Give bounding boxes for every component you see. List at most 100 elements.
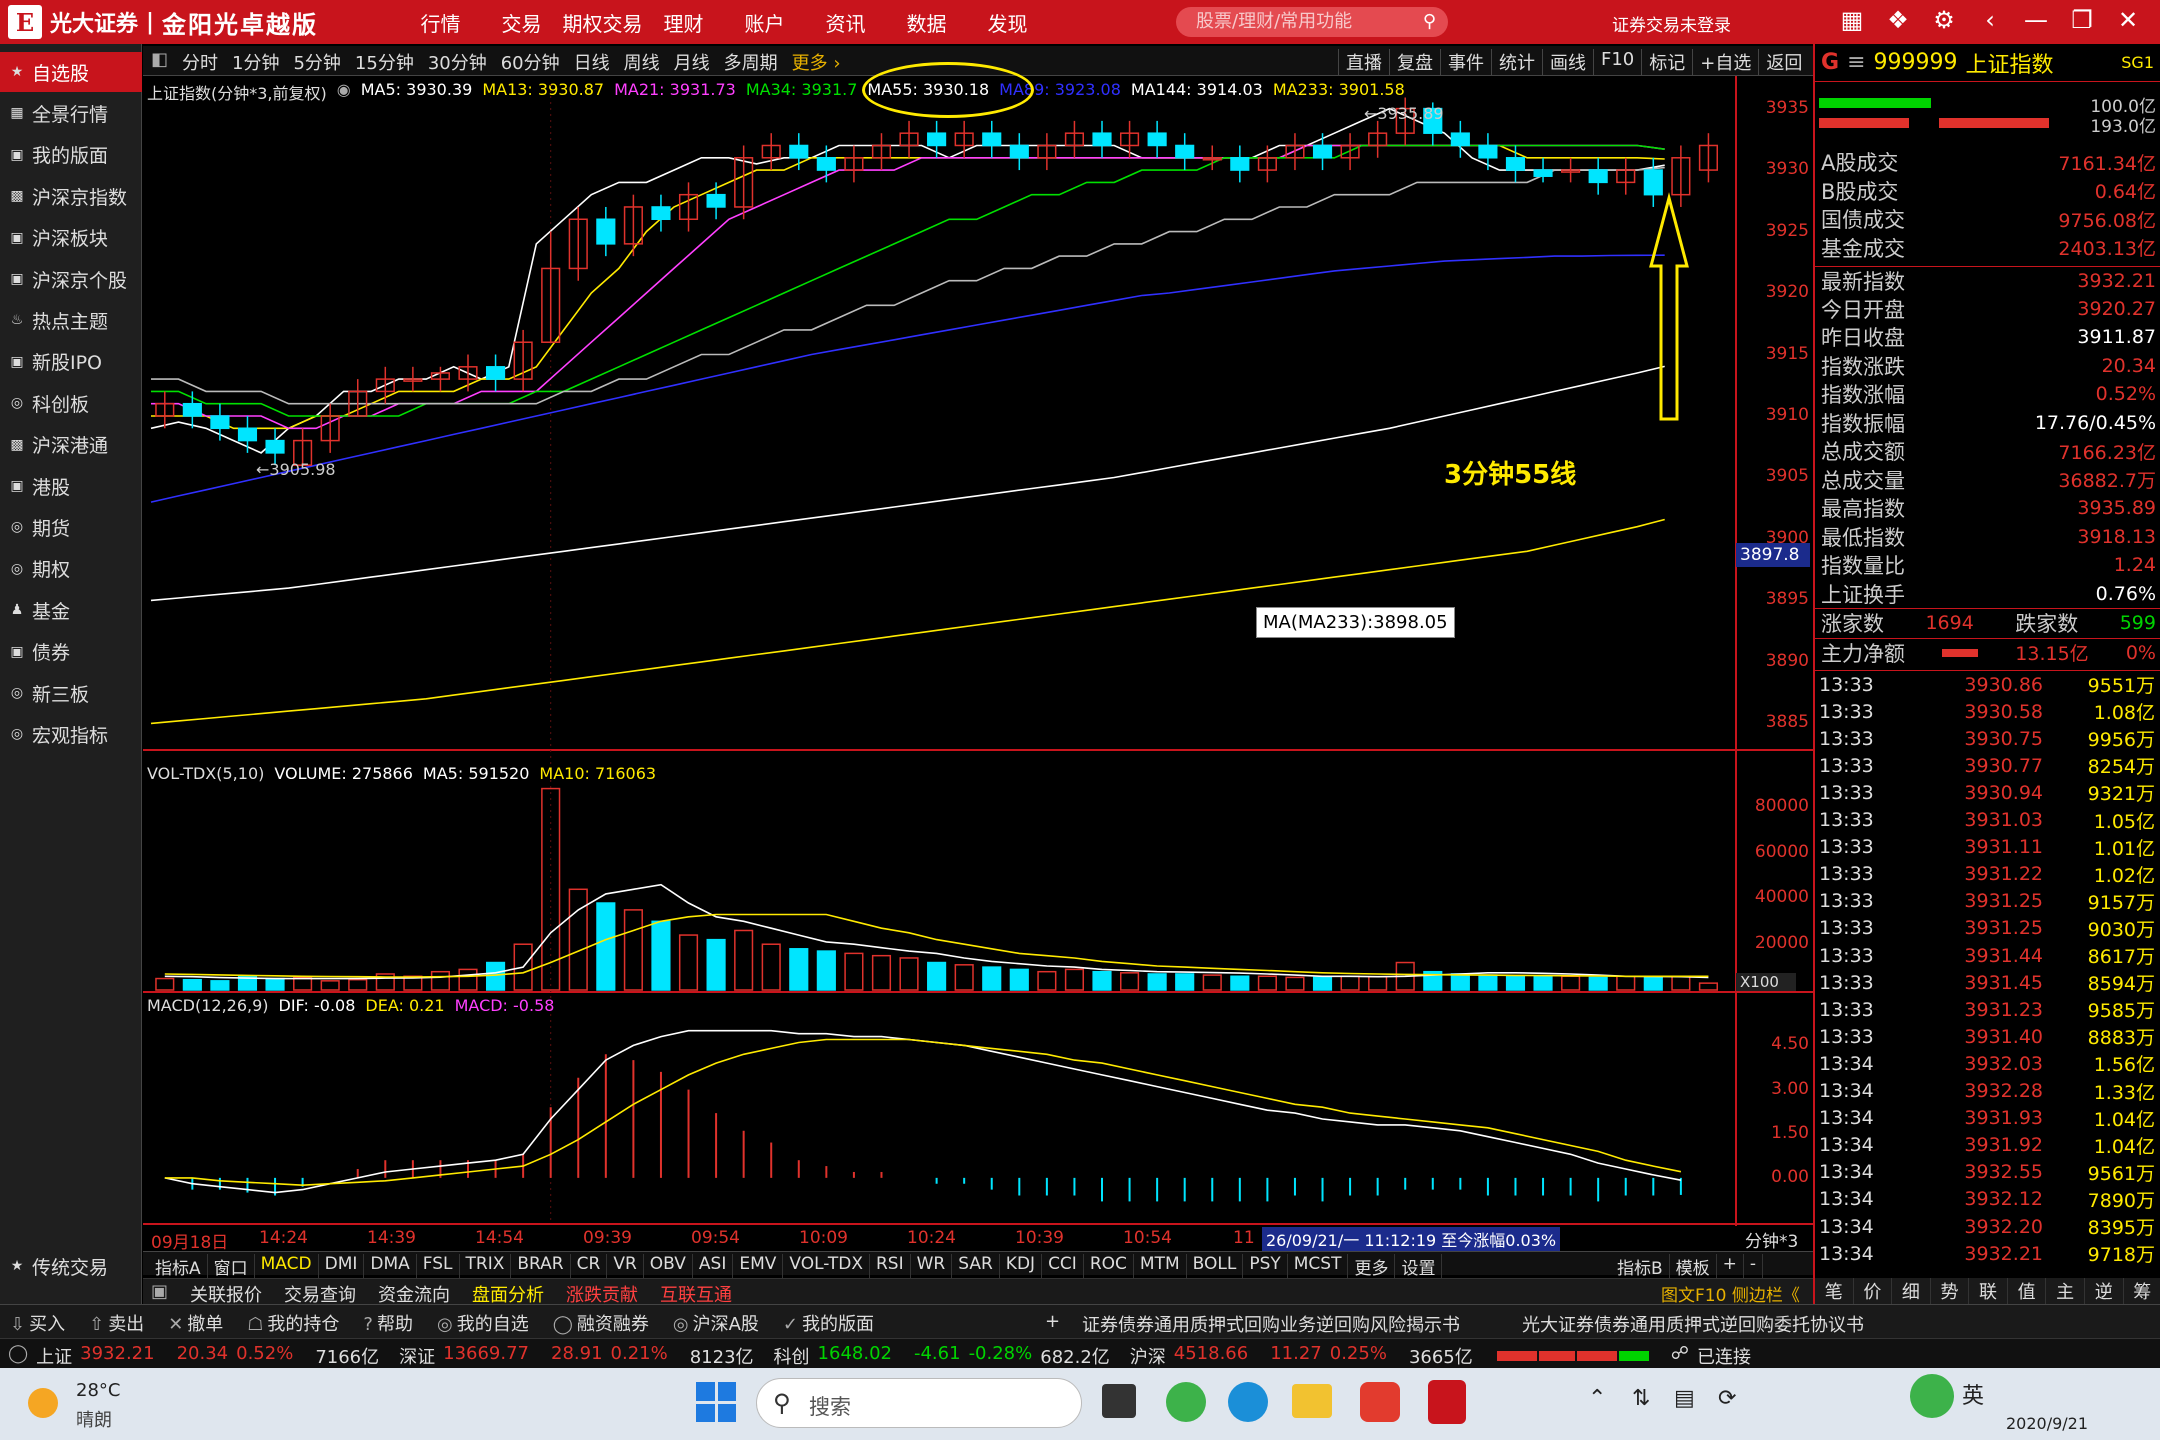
panel-toggle-icon[interactable]: ◧ xyxy=(151,49,168,75)
tool-6[interactable]: 标记 xyxy=(1641,49,1692,75)
indicator-right-tab-1[interactable]: 模板 xyxy=(1670,1254,1717,1279)
indicator-tab-0[interactable]: 指标A xyxy=(149,1254,208,1279)
period-tab-0[interactable]: 分时 xyxy=(182,49,218,75)
top-menu-item-6[interactable]: 数据 xyxy=(886,8,967,37)
action-6[interactable]: ◯ 融资融券 xyxy=(553,1310,649,1336)
top-menu-item-3[interactable]: 理财 xyxy=(643,8,724,37)
nav-item-8[interactable]: ◎ 科创板 xyxy=(0,383,142,423)
windows-layout-icon[interactable]: ▦ xyxy=(1836,6,1868,34)
nav-item-6[interactable]: ♨ 热点主题 xyxy=(0,300,142,340)
indicator-tab-23[interactable]: MCST xyxy=(1288,1254,1349,1279)
indicator-tab-4[interactable]: DMA xyxy=(364,1254,417,1279)
indicator-tab-7[interactable]: BRAR xyxy=(511,1254,571,1279)
explorer-icon[interactable] xyxy=(1292,1384,1332,1418)
period-tab-5[interactable]: 60分钟 xyxy=(501,49,560,75)
period-tab-9[interactable]: 多周期 xyxy=(724,49,778,75)
indicator-tab-6[interactable]: TRIX xyxy=(460,1254,512,1279)
indicator-right-tab-0[interactable]: 指标B xyxy=(1611,1254,1670,1279)
everbright-app-icon[interactable] xyxy=(1428,1380,1466,1424)
nav-item-14[interactable]: ▣ 债券 xyxy=(0,632,142,672)
detail-tab-7[interactable]: 逆 xyxy=(2085,1278,2124,1304)
detail-tab-5[interactable]: 值 xyxy=(2008,1278,2047,1304)
indicator-tab-19[interactable]: ROC xyxy=(1084,1254,1134,1279)
tray-sync-icon[interactable]: ⟳ xyxy=(1718,1386,1736,1411)
action-4[interactable]: ? 帮助 xyxy=(363,1310,413,1336)
action-1[interactable]: ⇧ 卖出 xyxy=(89,1310,144,1336)
indicator-tab-12[interactable]: EMV xyxy=(733,1254,784,1279)
nav-item-10[interactable]: ▣ 港股 xyxy=(0,466,142,506)
tool-1[interactable]: 复盘 xyxy=(1389,49,1440,75)
tray-app-icon[interactable]: ▤ xyxy=(1674,1386,1695,1411)
nav-item-15[interactable]: ◎ 新三板 xyxy=(0,673,142,713)
indicator-tab-20[interactable]: MTM xyxy=(1134,1254,1187,1279)
start-icon[interactable] xyxy=(696,1382,736,1422)
gear-icon[interactable]: ⚙ xyxy=(1928,6,1960,34)
indicator-right-tab-2[interactable]: + xyxy=(1717,1254,1744,1279)
nav-item-9[interactable]: ▩ 沪深港通 xyxy=(0,425,142,465)
indicator-tab-10[interactable]: OBV xyxy=(644,1254,693,1279)
indicator-tab-5[interactable]: FSL xyxy=(417,1254,460,1279)
link-icon[interactable]: ☍ xyxy=(1671,1343,1689,1369)
top-menu-item-7[interactable]: 发现 xyxy=(967,8,1048,37)
indicator-tab-25[interactable]: 设置 xyxy=(1395,1254,1443,1279)
tool-2[interactable]: 事件 xyxy=(1440,49,1491,75)
indicator-tab-2[interactable]: MACD xyxy=(255,1254,319,1279)
action-8[interactable]: ✓ 我的版面 xyxy=(783,1310,874,1336)
tool-5[interactable]: F10 xyxy=(1593,49,1641,75)
indicator-tab-16[interactable]: SAR xyxy=(952,1254,1000,1279)
news-ticker[interactable]: 证券债券通用质押式回购业务逆回购风险揭示书 xyxy=(1082,1311,1460,1337)
tool-3[interactable]: 统计 xyxy=(1491,49,1542,75)
tray-chevron-icon[interactable]: ⌃ xyxy=(1588,1386,1606,1411)
nav-item-13[interactable]: ♟ 基金 xyxy=(0,590,142,630)
task-view-icon[interactable] xyxy=(1102,1384,1136,1418)
back-icon[interactable]: ‹ xyxy=(1974,6,2006,34)
minimize-icon[interactable]: — xyxy=(2020,6,2052,34)
menu-icon[interactable]: ≡ xyxy=(1847,50,1865,75)
indicator-tab-17[interactable]: KDJ xyxy=(1000,1254,1043,1279)
tray-settings-icon[interactable]: ⇅ xyxy=(1632,1386,1650,1411)
action-0[interactable]: ⇩ 买入 xyxy=(10,1310,65,1336)
indicator-tab-21[interactable]: BOLL xyxy=(1187,1254,1244,1279)
indicator-tab-3[interactable]: DMI xyxy=(319,1254,365,1279)
indicator-tab-8[interactable]: CR xyxy=(571,1254,608,1279)
nav-item-2[interactable]: ▣ 我的版面 xyxy=(0,135,142,175)
top-menu-item-0[interactable]: 行情 xyxy=(400,8,481,37)
search-icon[interactable]: ⚲ xyxy=(1423,7,1436,37)
indicator-tab-9[interactable]: VR xyxy=(607,1254,644,1279)
maximize-icon[interactable]: ❐ xyxy=(2066,6,2098,34)
browser-360-icon[interactable] xyxy=(1166,1382,1206,1422)
add-icon[interactable]: + xyxy=(1045,1311,1060,1332)
indicator-tab-15[interactable]: WR xyxy=(911,1254,953,1279)
indicator-tab-14[interactable]: RSI xyxy=(870,1254,911,1279)
edge-icon[interactable] xyxy=(1228,1382,1268,1422)
action-2[interactable]: ✕ 撤单 xyxy=(168,1310,223,1336)
detail-tab-0[interactable]: 笔 xyxy=(1815,1278,1854,1304)
detail-tab-8[interactable]: 筹 xyxy=(2124,1278,2160,1304)
nav-item-12[interactable]: ◎ 期权 xyxy=(0,549,142,589)
nav-item-1[interactable]: ▦ 全景行情 xyxy=(0,93,142,133)
login-status[interactable]: 证券交易未登录 xyxy=(1612,11,1731,36)
indicator-tab-18[interactable]: CCI xyxy=(1042,1254,1084,1279)
nav-traditional-trading[interactable]: ★ 传统交易 xyxy=(0,1246,142,1286)
indicator-tab-13[interactable]: VOL-TDX xyxy=(783,1254,870,1279)
indicator-tab-1[interactable]: 窗口 xyxy=(208,1254,255,1279)
wps-icon[interactable] xyxy=(1360,1382,1400,1422)
news-ticker-2[interactable]: 光大证券债券通用质押式逆回购委托协议书 xyxy=(1522,1311,1864,1337)
tool-0[interactable]: 直播 xyxy=(1338,49,1389,75)
detail-tab-6[interactable]: 主 xyxy=(2046,1278,2085,1304)
top-menu-item-1[interactable]: 交易 xyxy=(481,8,562,37)
top-menu-item-2[interactable]: 期权交易 xyxy=(562,8,643,37)
period-tab-2[interactable]: 5分钟 xyxy=(293,49,340,75)
period-tab-1[interactable]: 1分钟 xyxy=(232,49,279,75)
indicator-tab-24[interactable]: 更多 xyxy=(1348,1254,1396,1279)
detail-tab-2[interactable]: 细 xyxy=(1892,1278,1931,1304)
ime-language[interactable]: 英 xyxy=(1962,1378,1984,1410)
tool-4[interactable]: 画线 xyxy=(1542,49,1593,75)
indicator-tab-11[interactable]: ASI xyxy=(693,1254,734,1279)
ai-icon[interactable]: ❖ xyxy=(1882,6,1914,34)
nav-item-4[interactable]: ▣ 沪深板块 xyxy=(0,218,142,258)
nav-item-11[interactable]: ◎ 期货 xyxy=(0,507,142,547)
action-3[interactable]: ☖ 我的持仓 xyxy=(247,1310,339,1336)
action-5[interactable]: ◎ 我的自选 xyxy=(437,1310,529,1336)
detail-tab-1[interactable]: 价 xyxy=(1854,1278,1893,1304)
